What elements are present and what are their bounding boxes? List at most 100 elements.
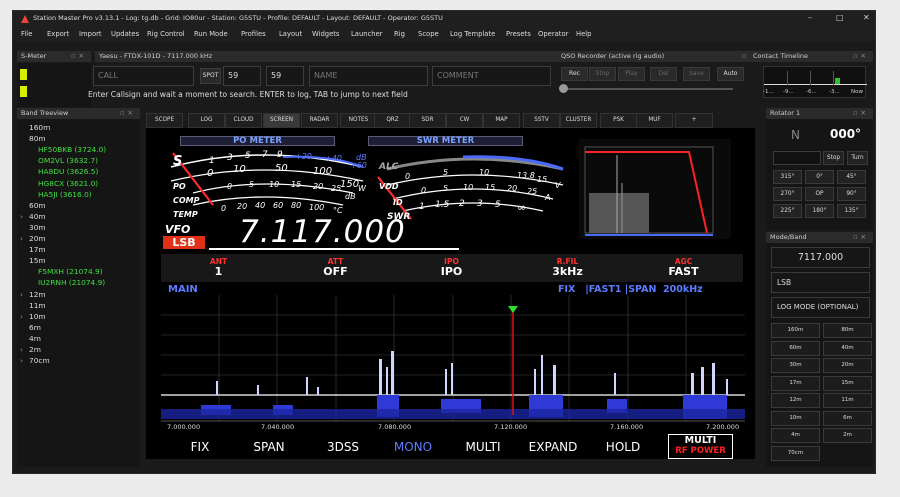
tab-map[interactable]: MAP (483, 113, 520, 128)
rotator-preset-button[interactable]: 135° (837, 204, 866, 218)
band-item[interactable]: 2m (29, 345, 41, 354)
rotator-angle-input[interactable] (773, 151, 821, 165)
menu-launcher[interactable]: Launcher (351, 30, 383, 38)
menu-log-template[interactable]: Log Template (450, 30, 495, 38)
band-button-6m[interactable]: 6m (823, 410, 872, 426)
band-item[interactable]: 80m (29, 134, 46, 143)
band-button-70cm[interactable]: 70cm (771, 445, 820, 461)
tab-screen[interactable]: SCREEN (263, 113, 300, 128)
modeband-frequency[interactable]: 7117.000 (771, 247, 870, 268)
rotator-preset-button[interactable]: 270° (773, 187, 802, 201)
tab-radar[interactable]: RADAR (301, 113, 338, 128)
band-button-11m[interactable]: 11m (823, 393, 872, 408)
band-item[interactable]: 11m (29, 301, 46, 310)
band-item[interactable]: 40m (29, 212, 46, 221)
expand-arrow-icon[interactable]: › (20, 345, 23, 354)
rotator-preset-button[interactable]: 45° (837, 170, 866, 184)
menu-help[interactable]: Help (576, 30, 592, 38)
tab-log[interactable]: LOG (188, 113, 225, 128)
menu-layout[interactable]: Layout (279, 30, 302, 38)
band-button-40m[interactable]: 40m (823, 340, 872, 356)
mode-3dss-button[interactable]: 3DSS (308, 435, 378, 459)
menu-rig-control[interactable]: Rig Control (147, 30, 185, 38)
menu-updates[interactable]: Updates (111, 30, 139, 38)
menu-export[interactable]: Export (47, 30, 69, 38)
comment-input[interactable]: COMMENT (432, 66, 551, 86)
modeband-log-mode[interactable]: LOG MODE (OPTIONAL) (771, 297, 870, 318)
tab-sstv[interactable]: SSTV (523, 113, 560, 128)
spot-item[interactable]: IU2RNH (21074.9) (38, 278, 105, 287)
band-button-2m[interactable]: 2m (823, 428, 872, 443)
recorder-del-button[interactable]: Del (650, 67, 677, 81)
band-button-20m[interactable]: 20m (823, 358, 872, 373)
expand-arrow-icon[interactable]: › (20, 290, 23, 299)
mode-expand-button[interactable]: EXPAND (518, 435, 588, 459)
band-button-30m[interactable]: 30m (771, 358, 820, 373)
spot-item[interactable]: HG8CX (3621.0) (38, 179, 98, 188)
band-item[interactable]: 6m (29, 323, 41, 332)
recorder-slider[interactable] (563, 88, 733, 90)
menu-scope[interactable]: Scope (418, 30, 439, 38)
band-item[interactable]: 30m (29, 223, 46, 232)
menu-file[interactable]: File (21, 30, 32, 38)
rotator-preset-button[interactable]: OP (805, 187, 834, 201)
mode-span-button[interactable]: SPAN (234, 435, 304, 459)
menu-widgets[interactable]: Widgets (312, 30, 339, 38)
status-rfil[interactable]: R.FIL 3kHz (510, 257, 625, 281)
recorder-auto-button[interactable]: Auto (717, 67, 744, 81)
band-item[interactable]: 15m (29, 256, 46, 265)
band-button-80m[interactable]: 80m (823, 323, 872, 338)
band-item[interactable]: 4m (29, 334, 41, 343)
tab-psk[interactable]: PSK (600, 113, 637, 128)
rotator-preset-button[interactable]: 0° (805, 170, 834, 184)
band-item[interactable]: 10m (29, 312, 46, 321)
tab-notes[interactable]: NOTES (340, 113, 377, 128)
spot-button[interactable]: SPOT (200, 68, 221, 84)
band-button-17m[interactable]: 17m (771, 375, 820, 391)
tab-qrz[interactable]: QRZ (374, 113, 411, 128)
spot-item[interactable]: F5MXH (21074.9) (38, 267, 103, 276)
tab-cluster[interactable]: CLUSTER (560, 113, 597, 128)
rst-sent-input[interactable]: 59 (223, 66, 261, 86)
tab-sdr[interactable]: SDR (409, 113, 446, 128)
modeband-mode[interactable]: LSB (771, 272, 870, 293)
menu-rig[interactable]: Rig (394, 30, 405, 38)
rotator-turn-button[interactable]: Turn (847, 151, 868, 165)
rotator-preset-button[interactable]: 315° (773, 170, 802, 184)
band-button-12m[interactable]: 12m (771, 393, 820, 408)
band-item[interactable]: 60m (29, 201, 46, 210)
rotator-preset-button[interactable]: 90° (837, 187, 866, 201)
tab-cloud[interactable]: CLOUD (225, 113, 262, 128)
band-item[interactable]: 70cm (29, 356, 50, 365)
close-button[interactable]: ✕ (863, 13, 870, 22)
spot-item[interactable]: HA8DU (3626.5) (38, 167, 98, 176)
menu-operator[interactable]: Operator (538, 30, 568, 38)
band-button-10m[interactable]: 10m (771, 410, 820, 426)
maximize-button[interactable]: □ (836, 13, 844, 22)
band-item[interactable]: 17m (29, 245, 46, 254)
recorder-slider-handle[interactable] (559, 84, 568, 93)
tab-add[interactable]: + (675, 113, 713, 128)
expand-arrow-icon[interactable]: › (20, 212, 23, 221)
band-button-4m[interactable]: 4m (771, 428, 820, 443)
band-button-60m[interactable]: 60m (771, 340, 820, 356)
tab-muf[interactable]: MUF (636, 113, 673, 128)
band-button-15m[interactable]: 15m (823, 375, 872, 391)
spot-item[interactable]: HA5JI (3616.0) (38, 190, 92, 199)
recorder-stop-button[interactable]: Stop (589, 67, 616, 81)
mode-multi-button[interactable]: MULTI (448, 435, 518, 459)
rotator-preset-button[interactable]: 180° (805, 204, 834, 218)
call-input[interactable]: CALL (93, 66, 194, 86)
expand-arrow-icon[interactable]: › (20, 312, 23, 321)
expand-arrow-icon[interactable]: › (20, 234, 23, 243)
rotator-stop-button[interactable]: Stop (823, 151, 844, 165)
menu-presets[interactable]: Presets (506, 30, 531, 38)
tab-scope[interactable]: SCOPE (146, 113, 183, 128)
tab-cw[interactable]: CW (446, 113, 483, 128)
name-input[interactable]: NAME (309, 66, 428, 86)
status-att[interactable]: ATT OFF (278, 257, 393, 281)
band-item[interactable]: 20m (29, 234, 46, 243)
minimize-button[interactable]: – (808, 13, 812, 22)
recorder-save-button[interactable]: Save (683, 67, 710, 81)
rst-rcvd-input[interactable]: 59 (266, 66, 304, 86)
